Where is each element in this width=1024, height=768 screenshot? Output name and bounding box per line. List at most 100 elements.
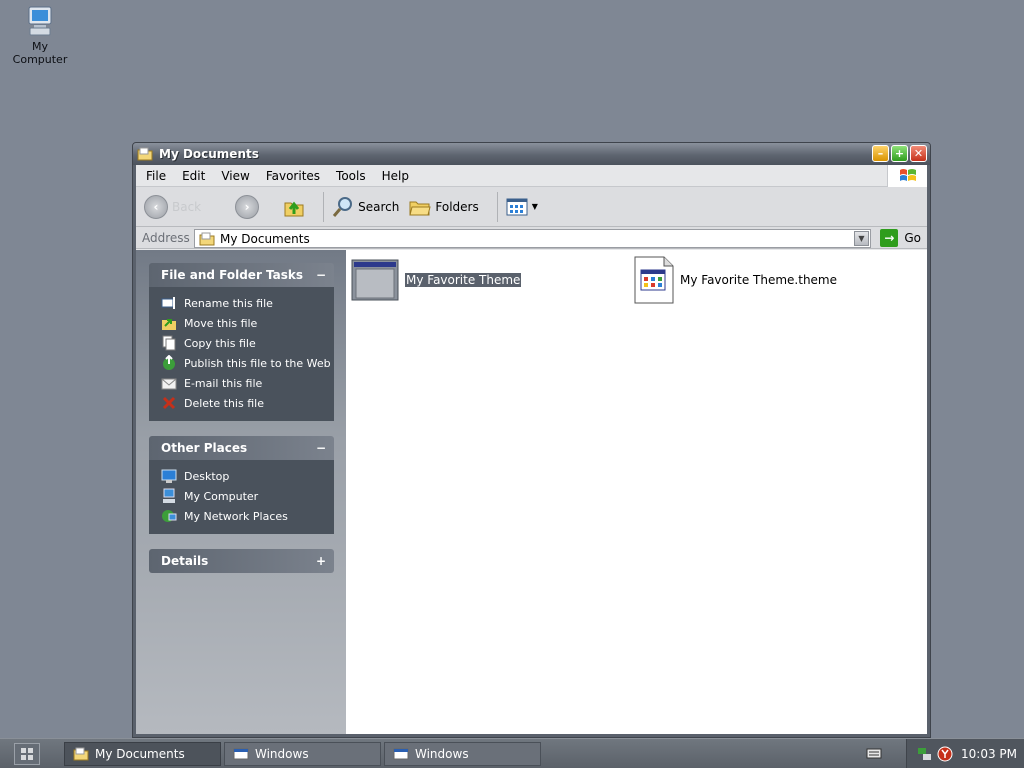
delete-icon <box>162 396 176 410</box>
task-rename-file[interactable]: Rename this file <box>161 293 334 313</box>
go-button[interactable]: → Go <box>880 229 921 247</box>
taskbar-button-label: Windows <box>255 747 309 761</box>
copy-file-icon <box>162 335 176 351</box>
minimize-button[interactable]: – <box>872 145 889 162</box>
folder-icon <box>73 747 89 761</box>
other-places-list: Desktop My Computer My Network Places <box>149 460 334 534</box>
close-button[interactable]: ✕ <box>910 145 927 162</box>
forward-arrow-icon: › <box>235 194 260 219</box>
collapse-icon[interactable]: − <box>316 268 326 282</box>
place-desktop[interactable]: Desktop <box>161 466 334 486</box>
up-folder-icon <box>284 201 304 216</box>
file-name: My Favorite Theme <box>405 273 522 287</box>
go-label: Go <box>904 231 921 245</box>
explorer-window: My Documents – + ✕ File Edit View Favori… <box>132 142 931 738</box>
menu-edit[interactable]: Edit <box>174 169 213 183</box>
address-dropdown-button[interactable]: ▼ <box>854 231 869 246</box>
folder-icon <box>137 147 153 161</box>
task-publish-web[interactable]: Publish this file to the Web <box>161 353 334 373</box>
minimize-icon: – <box>877 147 884 160</box>
panel-title: Other Places <box>161 441 248 455</box>
menu-bar: File Edit View Favorites Tools Help <box>136 165 927 187</box>
start-icon <box>21 748 33 760</box>
taskbar-button-my-documents[interactable]: My Documents <box>64 742 221 766</box>
toolbar: ‹ Back › Search Folders ▼ <box>136 187 927 227</box>
address-bar: Address My Documents ▼ → Go <box>136 227 927 249</box>
place-my-computer[interactable]: My Computer <box>161 486 334 506</box>
file-folder-tasks-header[interactable]: File and Folder Tasks − <box>149 263 334 287</box>
file-folder-tasks-list: Rename this file Move this file Copy thi… <box>149 287 334 421</box>
desktop-icon-label: My Computer <box>12 40 68 66</box>
place-network-places[interactable]: My Network Places <box>161 506 334 526</box>
clock[interactable]: 10:03 PM <box>961 747 1017 761</box>
task-pane: File and Folder Tasks − Rename this file… <box>136 250 346 734</box>
taskbar-button-windows[interactable]: Windows <box>224 742 381 766</box>
system-tray: 10:03 PM <box>906 739 1024 768</box>
file-item[interactable]: My Favorite Theme <box>351 259 522 301</box>
desktop-icon <box>161 469 177 483</box>
toolbar-separator <box>323 191 325 222</box>
yahoo-messenger-icon[interactable] <box>937 746 953 762</box>
window-icon <box>393 748 409 760</box>
back-label: Back <box>172 199 202 214</box>
keyboard-icon[interactable] <box>866 746 882 760</box>
taskbar-button-windows[interactable]: Windows <box>384 742 541 766</box>
maximize-button[interactable]: + <box>891 145 908 162</box>
task-delete-file[interactable]: Delete this file <box>161 393 334 413</box>
search-button[interactable]: Search <box>332 196 399 218</box>
place-label: My Computer <box>184 489 259 503</box>
desktop-icon-my-computer[interactable]: My Computer <box>6 4 74 66</box>
menu-tools[interactable]: Tools <box>328 169 374 183</box>
forward-button[interactable]: › <box>235 194 260 219</box>
window-icon <box>233 748 249 760</box>
email-icon <box>161 378 177 390</box>
menu-favorites[interactable]: Favorites <box>258 169 328 183</box>
other-places-header[interactable]: Other Places − <box>149 436 334 460</box>
start-button[interactable] <box>14 743 40 765</box>
folders-icon <box>409 201 432 215</box>
theme-file-icon <box>634 256 674 304</box>
views-button[interactable]: ▼ <box>506 197 538 217</box>
task-label: Rename this file <box>184 296 273 310</box>
task-email-file[interactable]: E-mail this file <box>161 373 334 393</box>
task-move-file[interactable]: Move this file <box>161 313 334 333</box>
computer-icon <box>163 488 175 503</box>
file-item[interactable]: My Favorite Theme.theme <box>634 256 837 304</box>
place-label: My Network Places <box>184 509 288 523</box>
network-tray-icon[interactable] <box>917 746 933 762</box>
up-folder-button[interactable] <box>283 196 305 218</box>
task-label: Move this file <box>184 316 258 330</box>
taskbar-button-label: My Documents <box>95 747 185 761</box>
go-arrow-icon: → <box>880 229 899 247</box>
back-button[interactable]: ‹ Back <box>144 194 202 219</box>
folders-label: Folders <box>435 199 479 214</box>
file-folder-tasks-panel: File and Folder Tasks − Rename this file… <box>149 263 334 421</box>
panel-title: File and Folder Tasks <box>161 268 304 282</box>
menu-help[interactable]: Help <box>374 169 417 183</box>
rename-icon <box>161 297 175 309</box>
menu-file[interactable]: File <box>138 169 174 183</box>
toolbar-separator <box>496 191 498 222</box>
computer-icon <box>28 6 52 36</box>
folders-button[interactable]: Folders <box>409 197 479 217</box>
details-panel: Details + <box>149 549 334 573</box>
network-icon <box>162 510 177 522</box>
other-places-panel: Other Places − Desktop My Computer My Ne… <box>149 436 334 534</box>
views-dropdown-icon: ▼ <box>531 202 538 211</box>
details-header[interactable]: Details + <box>149 549 334 573</box>
theme-window-icon <box>351 259 399 301</box>
menu-view[interactable]: View <box>213 169 257 183</box>
panel-title: Details <box>161 554 209 568</box>
collapse-icon[interactable]: − <box>316 441 326 455</box>
task-label: E-mail this file <box>184 376 263 390</box>
window-title: My Documents <box>159 147 259 161</box>
title-bar[interactable]: My Documents – + ✕ <box>133 143 930 165</box>
windows-logo <box>887 165 927 187</box>
expand-icon[interactable]: + <box>316 554 326 568</box>
search-icon <box>333 196 353 217</box>
windows-flag-icon <box>899 169 916 181</box>
task-copy-file[interactable]: Copy this file <box>161 333 334 353</box>
address-value: My Documents <box>220 231 310 246</box>
file-name: My Favorite Theme.theme <box>680 273 838 287</box>
address-input[interactable]: My Documents ▼ <box>194 229 871 248</box>
